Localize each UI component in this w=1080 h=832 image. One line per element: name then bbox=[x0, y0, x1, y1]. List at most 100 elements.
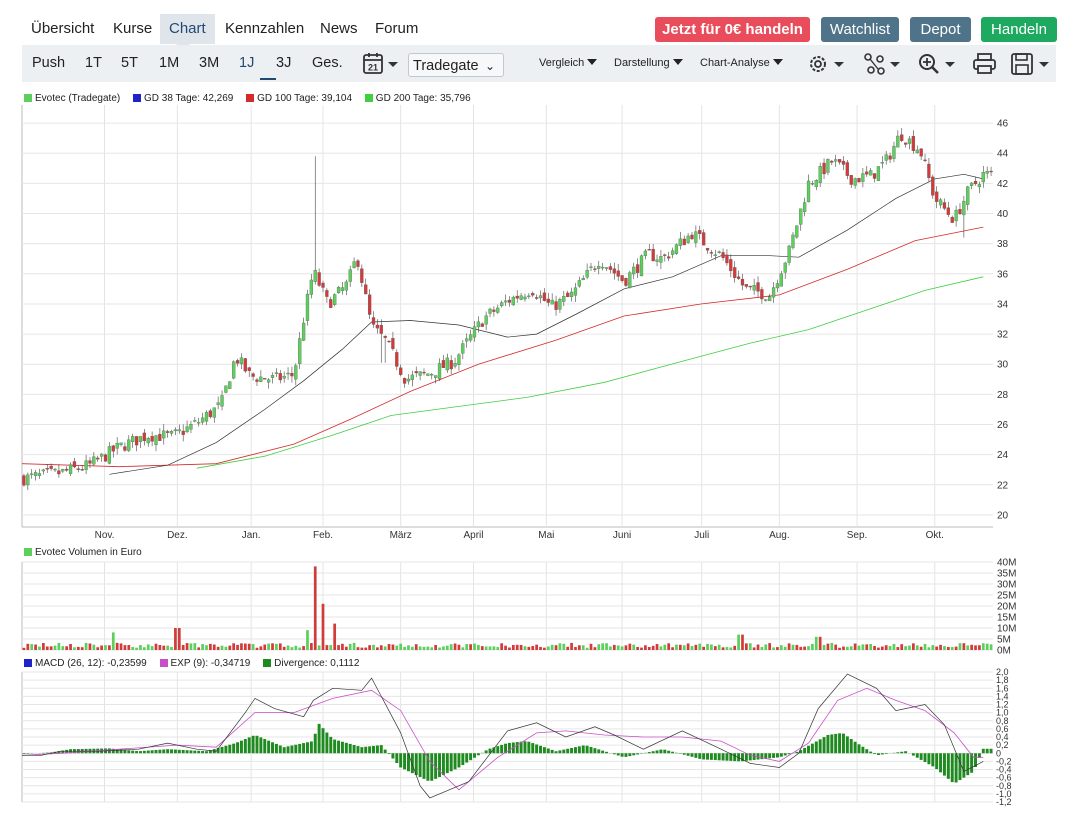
gd200-line bbox=[196, 276, 984, 469]
volume-bar bbox=[791, 644, 795, 650]
range-1j[interactable]: 1J bbox=[239, 45, 254, 82]
candle bbox=[294, 365, 298, 380]
divergence-bar bbox=[49, 752, 53, 754]
candle bbox=[713, 254, 717, 256]
volume-bar bbox=[34, 644, 37, 650]
compare-menu[interactable]: Vergleich bbox=[539, 45, 598, 82]
divergence-bar bbox=[232, 743, 236, 754]
tab-kennzahlen[interactable]: Kennzahlen bbox=[216, 14, 313, 44]
macd-y-tick-label: 1,6 bbox=[996, 683, 1009, 693]
candle bbox=[989, 170, 993, 173]
zoom-icon[interactable] bbox=[917, 51, 957, 77]
divergence-bar bbox=[453, 753, 457, 770]
divergence-bar bbox=[205, 751, 208, 754]
candle bbox=[37, 473, 42, 476]
tab-uebersicht[interactable]: Übersicht bbox=[22, 14, 103, 44]
divergence-bar bbox=[344, 742, 348, 754]
calendar-icon[interactable]: 21 bbox=[362, 51, 400, 77]
divergence-bar bbox=[748, 753, 752, 761]
depot-button[interactable]: Depot bbox=[910, 17, 971, 42]
volume-bar bbox=[247, 643, 251, 650]
volume-bar bbox=[251, 644, 255, 650]
indicators-icon[interactable] bbox=[862, 51, 902, 77]
divergence-bar bbox=[744, 753, 748, 761]
candle bbox=[49, 465, 53, 469]
divergence-bar bbox=[263, 739, 267, 754]
range-1t[interactable]: 1T bbox=[85, 45, 102, 82]
caret-down-icon bbox=[672, 59, 683, 65]
trade-button[interactable]: Handeln bbox=[981, 17, 1057, 42]
range-1m[interactable]: 1M bbox=[159, 45, 179, 82]
x-tick-label: Aug. bbox=[769, 530, 790, 541]
candle bbox=[721, 252, 725, 258]
candle bbox=[962, 200, 966, 216]
divergence-bar bbox=[158, 749, 162, 754]
divergence-bar bbox=[923, 753, 927, 763]
legend-exp: EXP (9): -0,34719 bbox=[159, 658, 250, 669]
divergence-bar bbox=[775, 753, 779, 758]
divergence-bar bbox=[931, 753, 935, 767]
volume-bar bbox=[892, 643, 896, 650]
volume-bar bbox=[391, 644, 395, 650]
candle bbox=[107, 446, 112, 464]
volume-bar bbox=[958, 643, 962, 650]
candle bbox=[803, 202, 807, 212]
volume-bar bbox=[445, 645, 449, 650]
volume-bar bbox=[605, 643, 608, 650]
trade-free-button[interactable]: Jetzt für 0€ handeln bbox=[655, 17, 810, 42]
volume-bar bbox=[729, 647, 733, 650]
settings-icon[interactable] bbox=[806, 51, 846, 77]
volume-bar bbox=[589, 643, 593, 650]
divergence-bar bbox=[356, 746, 360, 754]
compare-menu-label: Vergleich bbox=[539, 57, 585, 69]
candle bbox=[981, 171, 985, 183]
candle bbox=[414, 371, 418, 374]
volume-bar bbox=[22, 647, 26, 650]
divergence-bar bbox=[989, 748, 993, 754]
divergence-bar bbox=[523, 741, 527, 754]
tab-kurse[interactable]: Kurse bbox=[104, 14, 161, 44]
candle bbox=[709, 252, 714, 254]
range-5t[interactable]: 5T bbox=[121, 45, 138, 82]
range-3j[interactable]: 3J bbox=[276, 45, 291, 82]
volume-bar bbox=[803, 646, 806, 650]
candle bbox=[76, 468, 80, 470]
divergence-bar bbox=[717, 753, 721, 761]
range-push[interactable]: Push bbox=[32, 45, 65, 82]
tab-forum[interactable]: Forum bbox=[366, 14, 427, 44]
range-ges[interactable]: Ges. bbox=[312, 45, 343, 82]
volume-bar bbox=[508, 647, 511, 650]
watchlist-button[interactable]: Watchlist bbox=[821, 17, 899, 42]
tab-news[interactable]: News bbox=[311, 14, 367, 44]
candle bbox=[468, 334, 473, 341]
candle bbox=[764, 299, 768, 301]
divergence-bar bbox=[119, 749, 123, 754]
volume-bar bbox=[612, 644, 616, 650]
candle bbox=[173, 429, 178, 432]
divergence-bar bbox=[566, 748, 570, 754]
volume-bar bbox=[865, 644, 869, 650]
range-3m[interactable]: 3M bbox=[199, 45, 219, 82]
save-icon[interactable] bbox=[1010, 51, 1052, 77]
chart-toolbar: Push 1T 5T 1M 3M 1J 3J Ges. 21 Tradegate… bbox=[22, 45, 1056, 82]
print-icon[interactable] bbox=[972, 51, 998, 77]
divergence-bar bbox=[170, 749, 174, 754]
divergence-bar bbox=[838, 733, 842, 754]
candle bbox=[367, 294, 372, 315]
divergence-bar bbox=[873, 753, 877, 755]
candle bbox=[356, 260, 360, 267]
candle bbox=[441, 360, 446, 368]
divergence-bar bbox=[671, 751, 675, 754]
volume-bar bbox=[799, 646, 803, 650]
chart-analysis-menu[interactable]: Chart-Analyse bbox=[700, 45, 783, 82]
candle bbox=[853, 178, 857, 186]
candle bbox=[783, 262, 787, 273]
tab-chart[interactable]: Chart bbox=[160, 14, 215, 44]
x-tick-label: März bbox=[390, 530, 412, 541]
divergence-bar bbox=[779, 753, 783, 757]
exchange-select[interactable]: Tradegate ⌄ bbox=[408, 53, 504, 77]
volume-bar bbox=[900, 644, 904, 650]
candle bbox=[103, 454, 108, 462]
display-menu[interactable]: Darstellung bbox=[614, 45, 683, 82]
divergence-bar bbox=[686, 753, 690, 756]
